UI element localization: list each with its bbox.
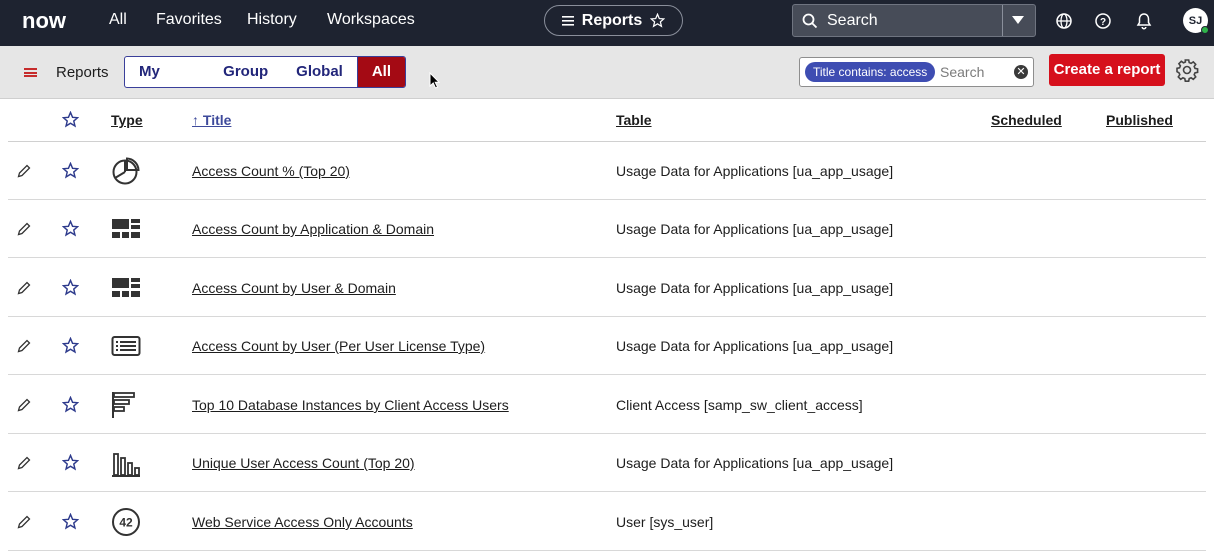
- dashboard-icon: [111, 273, 141, 303]
- nav-history[interactable]: History: [247, 11, 297, 29]
- report-title-link[interactable]: Access Count by User (Per User License T…: [192, 338, 485, 354]
- pencil-edit-icon[interactable]: [17, 456, 31, 470]
- pencil-edit-icon[interactable]: [17, 164, 31, 178]
- report-title-link[interactable]: Web Service Access Only Accounts: [192, 514, 413, 530]
- star-outline-icon[interactable]: [61, 453, 80, 471]
- pencil-edit-icon[interactable]: [17, 222, 31, 236]
- user-avatar[interactable]: SJ: [1183, 8, 1209, 34]
- table-row: Access Count by Application & Domain Usag…: [8, 200, 1206, 258]
- avatar-initials: SJ: [1188, 14, 1203, 27]
- global-search-label: Search: [827, 12, 878, 29]
- presence-indicator: [1201, 26, 1209, 34]
- table-row: 42 Web Service Access Only Accounts User […: [8, 493, 1206, 551]
- pencil-edit-icon[interactable]: [17, 398, 31, 412]
- report-filter-search[interactable]: Title contains: access Search ✕: [799, 57, 1034, 87]
- svg-text:?: ?: [1100, 17, 1106, 28]
- report-title-link[interactable]: Unique User Access Count (Top 20): [192, 455, 415, 471]
- tab-all[interactable]: All: [356, 57, 405, 87]
- column-type[interactable]: Type: [111, 112, 143, 128]
- tab-global[interactable]: Global: [282, 57, 357, 87]
- report-table-name: Usage Data for Applications [ua_app_usag…: [616, 221, 894, 237]
- report-title-link[interactable]: Access Count % (Top 20): [192, 163, 350, 179]
- report-table-name: Client Access [samp_sw_client_access]: [616, 397, 863, 413]
- star-outline-icon[interactable]: [61, 395, 80, 413]
- nav-workspaces[interactable]: Workspaces: [327, 11, 415, 29]
- star-outline-icon[interactable]: [62, 111, 79, 128]
- report-title-link[interactable]: Access Count by Application & Domain: [192, 221, 434, 237]
- chevron-down-icon[interactable]: [1012, 16, 1024, 24]
- search-divider: [1002, 5, 1003, 36]
- pencil-edit-icon[interactable]: [17, 281, 31, 295]
- help-icon[interactable]: ?: [1094, 12, 1112, 30]
- bell-icon[interactable]: [1135, 12, 1153, 30]
- globe-icon[interactable]: [1055, 12, 1073, 30]
- star-outline-icon[interactable]: [61, 161, 80, 179]
- dashboard-icon: [111, 214, 141, 244]
- table-row: Unique User Access Count (Top 20) Usage D…: [8, 434, 1206, 492]
- table-row: Access Count by User (Per User License T…: [8, 317, 1206, 375]
- app-pill-label: Reports: [581, 11, 643, 29]
- app-reports-pill[interactable]: Reports: [544, 5, 683, 36]
- tab-my-reports[interactable]: My reports: [125, 57, 209, 87]
- filter-chip[interactable]: Title contains: access: [805, 62, 936, 82]
- table-row: Access Count % (Top 20) Usage Data for Ap…: [8, 142, 1206, 200]
- star-outline-icon[interactable]: [650, 13, 666, 28]
- horizontal-bar-icon: [111, 390, 141, 420]
- table-row: Access Count by User & Domain Usage Data …: [8, 259, 1206, 317]
- report-table-name: Usage Data for Applications [ua_app_usag…: [616, 455, 894, 471]
- top-navigation-bar: now All Favorites History Workspaces Rep…: [0, 0, 1214, 46]
- report-title-link[interactable]: Top 10 Database Instances by Client Acce…: [192, 397, 509, 413]
- pencil-edit-icon[interactable]: [17, 515, 31, 529]
- report-table-name: Usage Data for Applications [ua_app_usag…: [616, 280, 894, 296]
- svg-text:now: now: [22, 9, 67, 33]
- table-row: Top 10 Database Instances by Client Acce…: [8, 376, 1206, 434]
- filter-search-placeholder: Search: [940, 64, 985, 80]
- search-icon: [802, 13, 818, 29]
- gear-icon[interactable]: [1175, 58, 1199, 82]
- clear-filter-icon[interactable]: ✕: [1014, 65, 1028, 79]
- star-outline-icon[interactable]: [61, 278, 80, 296]
- vertical-bar-icon: [111, 448, 141, 478]
- global-search[interactable]: Search: [792, 4, 1036, 37]
- list-icon: [561, 15, 574, 26]
- report-table-name: Usage Data for Applications [ua_app_usag…: [616, 163, 894, 179]
- page-title: Reports: [56, 64, 109, 81]
- create-report-button[interactable]: Create a report: [1049, 54, 1165, 86]
- report-title-link[interactable]: Access Count by User & Domain: [192, 280, 396, 296]
- column-table[interactable]: Table: [616, 112, 652, 128]
- nav-favorites[interactable]: Favorites: [156, 11, 222, 29]
- nav-all[interactable]: All: [109, 11, 127, 29]
- star-outline-icon[interactable]: [61, 512, 80, 530]
- report-table-name: User [sys_user]: [616, 514, 714, 530]
- column-published[interactable]: Published: [1106, 112, 1173, 128]
- column-title[interactable]: ↑ Title: [192, 112, 231, 128]
- reports-toolbar: Reports My reports Group Global All Titl…: [0, 46, 1214, 99]
- single-score-icon: 42: [111, 507, 141, 537]
- star-outline-icon[interactable]: [61, 219, 80, 237]
- list-report-icon: [111, 331, 141, 361]
- score-value: 42: [119, 516, 133, 530]
- star-outline-icon[interactable]: [61, 336, 80, 354]
- report-table-name: Usage Data for Applications [ua_app_usag…: [616, 338, 894, 354]
- report-scope-switcher: My reports Group Global All: [124, 56, 406, 88]
- now-logo[interactable]: now: [22, 9, 78, 33]
- column-scheduled[interactable]: Scheduled: [991, 112, 1062, 128]
- pencil-edit-icon[interactable]: [17, 339, 31, 353]
- hamburger-menu-icon[interactable]: [24, 68, 37, 77]
- mouse-cursor-icon: [429, 72, 440, 89]
- tab-group[interactable]: Group: [209, 57, 282, 87]
- reports-table-header: Type ↑ Title Table Scheduled Published: [8, 100, 1206, 142]
- pie-chart-icon: [111, 156, 141, 186]
